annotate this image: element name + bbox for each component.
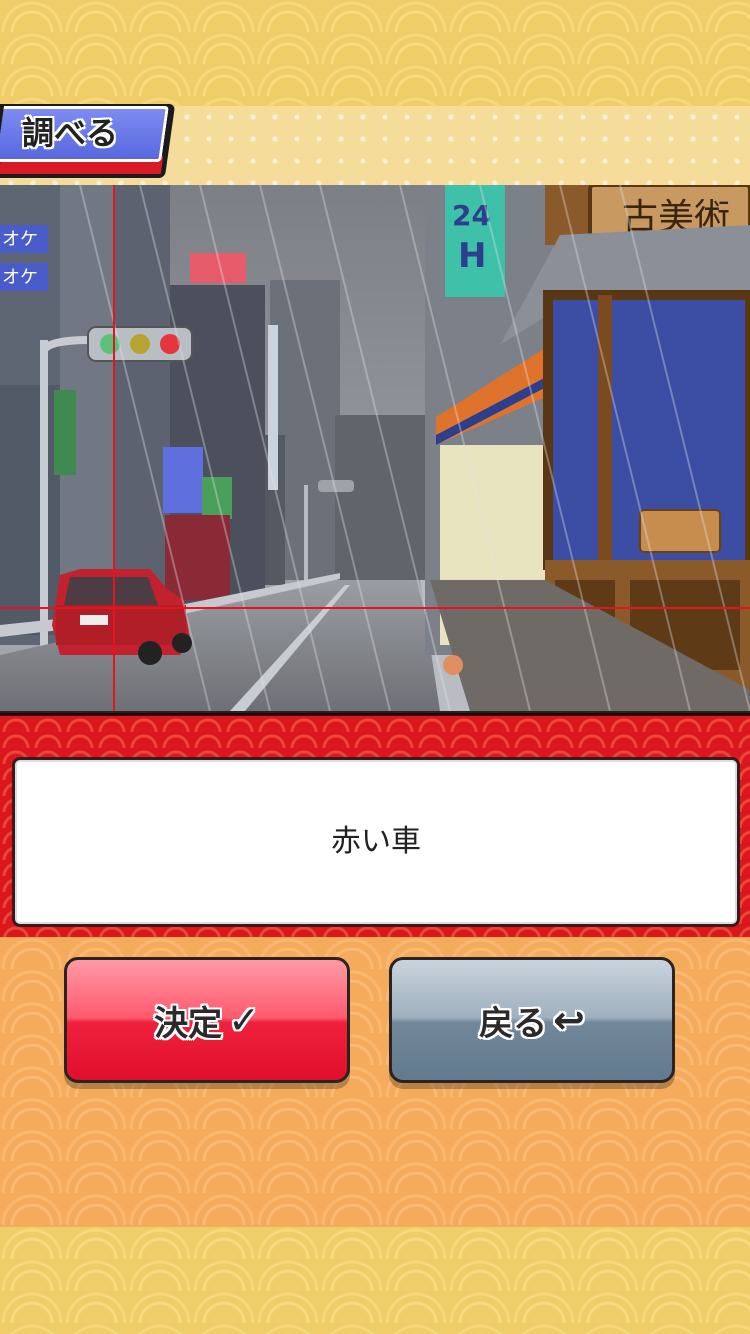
back-button-content: 戻る ↩ xyxy=(392,960,672,1080)
h24-sign-bottom: H xyxy=(458,236,486,276)
investigation-scene[interactable]: オケ オケ 24 H 古美術 xyxy=(0,185,750,714)
bottom-pattern-band xyxy=(0,1227,750,1334)
top-pattern-band xyxy=(0,0,750,106)
check-icon: ✓ xyxy=(228,998,260,1042)
confirm-button-label: 決定 xyxy=(154,1003,223,1044)
confirm-button[interactable]: 決定 ✓ xyxy=(64,957,350,1083)
confirm-button-content: 決定 ✓ xyxy=(67,960,347,1080)
street-scene-image[interactable]: オケ オケ 24 H 古美術 xyxy=(0,185,750,711)
karaoke-sign-1: オケ xyxy=(2,229,38,250)
message-box: 赤い車 xyxy=(12,757,740,927)
message-text: 赤い車 xyxy=(331,824,421,859)
back-button-label: 戻る xyxy=(479,1003,548,1044)
page-title: 調べる xyxy=(22,114,119,152)
return-arrow-icon: ↩ xyxy=(553,998,585,1042)
back-button[interactable]: 戻る ↩ xyxy=(389,957,675,1083)
karaoke-sign-2: オケ xyxy=(2,267,38,288)
